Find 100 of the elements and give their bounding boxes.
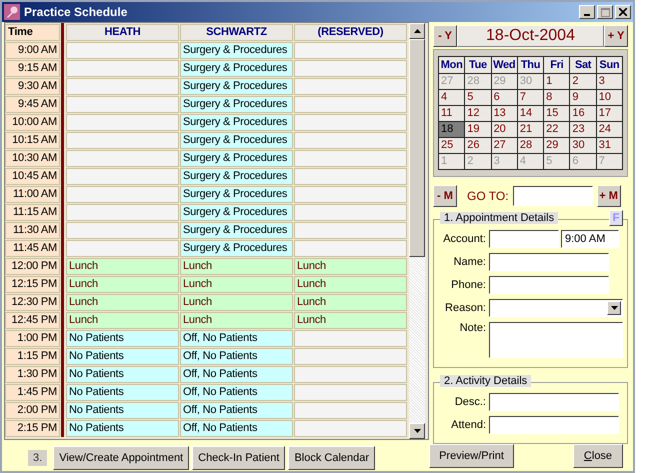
- schedule-cell[interactable]: [294, 240, 407, 257]
- schedule-cell[interactable]: [294, 150, 407, 167]
- schedule-cell[interactable]: [294, 384, 407, 401]
- calendar-day[interactable]: 12: [465, 106, 491, 121]
- schedule-cell[interactable]: Lunch: [294, 276, 407, 293]
- schedule-cell[interactable]: Surgery & Procedures: [180, 42, 293, 59]
- calendar-day[interactable]: 11: [439, 106, 464, 121]
- schedule-cell[interactable]: [66, 78, 179, 95]
- calendar-day[interactable]: 13: [492, 106, 517, 121]
- schedule-cell[interactable]: [66, 222, 179, 239]
- schedule-cell[interactable]: Lunch: [294, 294, 407, 311]
- calendar-day[interactable]: 31: [596, 138, 622, 153]
- calendar-day[interactable]: 27: [492, 138, 517, 153]
- goto-field[interactable]: [512, 186, 593, 206]
- schedule-cell[interactable]: [294, 96, 407, 113]
- schedule-cell[interactable]: No Patients: [66, 330, 179, 347]
- schedule-cell[interactable]: [66, 114, 179, 131]
- preview-print-button[interactable]: Preview/Print: [429, 444, 514, 468]
- schedule-cell[interactable]: No Patients: [66, 420, 179, 437]
- maximize-button[interactable]: [597, 5, 613, 19]
- calendar-day[interactable]: 10: [596, 90, 622, 105]
- schedule-cell[interactable]: [66, 96, 179, 113]
- calendar-day[interactable]: 7: [518, 90, 544, 105]
- schedule-cell[interactable]: [294, 348, 407, 365]
- schedule-cell[interactable]: Surgery & Procedures: [180, 168, 293, 185]
- schedule-cell[interactable]: Surgery & Procedures: [180, 186, 293, 203]
- action-button[interactable]: Block Calendar: [288, 446, 376, 470]
- note-field[interactable]: [489, 322, 623, 358]
- action-button[interactable]: Check-In Patient: [192, 446, 286, 470]
- calendar-day[interactable]: 2: [570, 74, 596, 89]
- calendar-day[interactable]: 21: [518, 122, 544, 137]
- schedule-cell[interactable]: Surgery & Procedures: [180, 114, 293, 131]
- schedule-cell[interactable]: [294, 366, 407, 383]
- calendar-day[interactable]: 6: [492, 90, 517, 105]
- schedule-cell[interactable]: No Patients: [66, 384, 179, 401]
- scroll-up-button[interactable]: [409, 23, 425, 39]
- reason-dropdown[interactable]: [489, 299, 623, 317]
- schedule-cell[interactable]: [294, 420, 407, 437]
- schedule-cell[interactable]: Lunch: [66, 294, 179, 311]
- calendar-day[interactable]: 9: [570, 90, 596, 105]
- schedule-cell[interactable]: [294, 402, 407, 419]
- schedule-cell[interactable]: Surgery & Procedures: [180, 78, 293, 95]
- schedule-cell[interactable]: Lunch: [66, 312, 179, 329]
- schedule-cell[interactable]: Surgery & Procedures: [180, 60, 293, 77]
- calendar-day[interactable]: 25: [439, 138, 464, 153]
- action-button[interactable]: View/Create Appointment: [53, 446, 190, 470]
- schedule-cell[interactable]: [66, 186, 179, 203]
- schedule-cell[interactable]: Surgery & Procedures: [180, 150, 293, 167]
- schedule-cell[interactable]: [294, 60, 407, 77]
- prev-year-button[interactable]: - Y: [433, 25, 457, 47]
- schedule-cell[interactable]: [294, 204, 407, 221]
- scroll-thumb[interactable]: [409, 39, 425, 257]
- calendar-day[interactable]: 23: [570, 122, 596, 137]
- schedule-cell[interactable]: [294, 42, 407, 59]
- calendar-day[interactable]: 3: [596, 74, 622, 89]
- close-button[interactable]: Close: [573, 444, 623, 468]
- calendar-day[interactable]: 4: [439, 90, 464, 105]
- schedule-cell[interactable]: Lunch: [180, 294, 293, 311]
- calendar-day[interactable]: 20: [492, 122, 517, 137]
- calendar-day[interactable]: 22: [544, 122, 570, 137]
- schedule-cell[interactable]: [66, 240, 179, 257]
- schedule-cell[interactable]: [294, 168, 407, 185]
- calendar-day[interactable]: 15: [544, 106, 570, 121]
- schedule-cell[interactable]: Lunch: [180, 258, 293, 275]
- schedule-cell[interactable]: Surgery & Procedures: [180, 240, 293, 257]
- schedule-cell[interactable]: Off, No Patients: [180, 348, 293, 365]
- account-field[interactable]: [489, 230, 559, 248]
- calendar-day[interactable]: 19: [465, 122, 491, 137]
- calendar-day[interactable]: 24: [596, 122, 622, 137]
- calendar-day[interactable]: 29: [544, 138, 570, 153]
- schedule-cell[interactable]: Lunch: [180, 276, 293, 293]
- next-month-button[interactable]: + M: [596, 185, 621, 207]
- time-field[interactable]: 9:00 AM: [561, 230, 619, 248]
- schedule-cell[interactable]: Surgery & Procedures: [180, 222, 293, 239]
- schedule-cell[interactable]: [294, 132, 407, 149]
- calendar-day[interactable]: 18: [439, 122, 464, 137]
- schedule-cell[interactable]: [294, 222, 407, 239]
- calendar-day[interactable]: 16: [570, 106, 596, 121]
- schedule-cell[interactable]: [294, 186, 407, 203]
- schedule-cell[interactable]: [66, 42, 179, 59]
- schedule-cell[interactable]: [294, 114, 407, 131]
- calendar-day[interactable]: 1: [544, 74, 570, 89]
- prev-month-button[interactable]: - M: [433, 185, 457, 207]
- calendar-day[interactable]: 17: [596, 106, 622, 121]
- schedule-cell[interactable]: Off, No Patients: [180, 366, 293, 383]
- schedule-cell[interactable]: Off, No Patients: [180, 330, 293, 347]
- schedule-cell[interactable]: Lunch: [180, 312, 293, 329]
- phone-field[interactable]: [489, 276, 609, 294]
- schedule-cell[interactable]: [66, 132, 179, 149]
- close-window-button[interactable]: [615, 5, 631, 19]
- schedule-cell[interactable]: Surgery & Procedures: [180, 204, 293, 221]
- schedule-cell[interactable]: [66, 168, 179, 185]
- schedule-cell[interactable]: Lunch: [294, 258, 407, 275]
- schedule-cell[interactable]: Surgery & Procedures: [180, 132, 293, 149]
- attend-field[interactable]: [489, 416, 619, 434]
- description-field[interactable]: [489, 393, 619, 411]
- schedule-cell[interactable]: Lunch: [66, 258, 179, 275]
- name-field[interactable]: [489, 253, 609, 271]
- schedule-cell[interactable]: [66, 150, 179, 167]
- schedule-cell[interactable]: No Patients: [66, 366, 179, 383]
